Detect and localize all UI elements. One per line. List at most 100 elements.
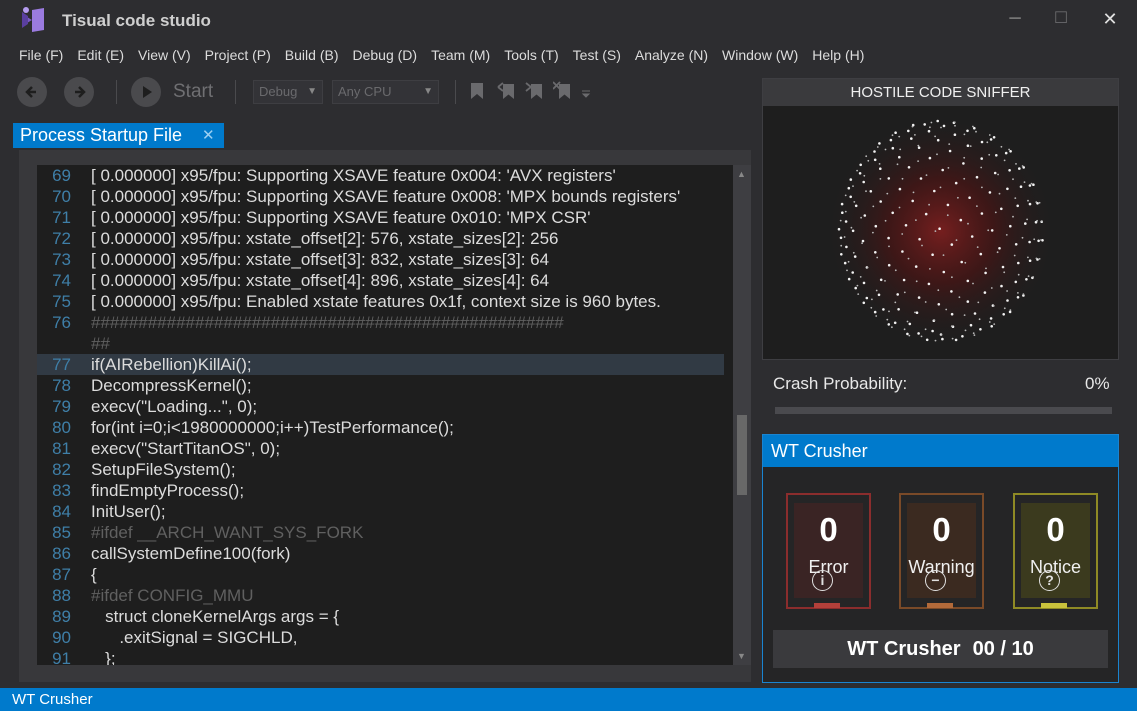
code-line[interactable]: 90 .exitSignal = SIGCHLD,	[37, 627, 733, 648]
close-window-button[interactable]: ✕	[1098, 8, 1122, 30]
warning-card[interactable]: 0 Warning −	[899, 493, 984, 609]
sphere-dot	[978, 318, 981, 321]
scrollbar-thumb[interactable]	[737, 415, 747, 495]
notice-card[interactable]: 0 Notice ?	[1013, 493, 1098, 609]
sphere-dot	[1033, 238, 1036, 241]
sphere-dot	[898, 155, 901, 159]
menu-help[interactable]: Help (H)	[805, 44, 871, 66]
code-line[interactable]: ##	[37, 333, 733, 354]
code-line[interactable]: 75 [ 0.000000] x95/fpu: Enabled xstate fe…	[37, 291, 733, 312]
code-line[interactable]: 77 if(AIRebellion)KillAi();	[37, 354, 724, 375]
code-line[interactable]: 72 [ 0.000000] x95/fpu: xstate_offset[2]:…	[37, 228, 733, 249]
code-text: execv("StartTitanOS", 0);	[91, 439, 281, 458]
minimize-button[interactable]: ─	[1003, 8, 1027, 30]
code-line[interactable]: 83 findEmptyProcess();	[37, 480, 733, 501]
menu-file[interactable]: File (F)	[12, 44, 70, 66]
sphere-dot	[843, 236, 846, 238]
code-line[interactable]: 69 [ 0.000000] x95/fpu: Supporting XSAVE …	[37, 165, 733, 186]
menu-build[interactable]: Build (B)	[278, 44, 346, 66]
menu-window[interactable]: Window (W)	[715, 44, 805, 66]
code-line[interactable]: 80 for(int i=0;i<1980000000;i++)TestPerfo…	[37, 417, 733, 438]
sphere-dot	[950, 312, 954, 316]
sphere-dot	[993, 171, 997, 175]
code-line[interactable]: 76 ######################################…	[37, 312, 733, 333]
play-icon[interactable]	[131, 77, 161, 107]
config-dropdown[interactable]: Debug ▼	[253, 80, 323, 104]
scroll-up-icon[interactable]: ▲	[737, 169, 746, 179]
code-line[interactable]: 87 {	[37, 564, 733, 585]
code-line[interactable]: 88 #ifdef CONFIG_MMU	[37, 585, 733, 606]
scroll-down-icon[interactable]: ▼	[737, 651, 746, 661]
sphere-dot	[915, 280, 918, 283]
sphere-dot	[894, 269, 897, 272]
sphere-dot	[987, 229, 990, 232]
sphere-dot	[917, 144, 920, 147]
error-card[interactable]: 0 Error i	[786, 493, 871, 609]
sphere-dot	[936, 138, 940, 142]
sphere-dot	[871, 298, 873, 301]
platform-dropdown[interactable]: Any CPU ▼	[332, 80, 439, 104]
code-line[interactable]: 89 struct cloneKernelArgs args = {	[37, 606, 733, 627]
menu-view[interactable]: View (V)	[131, 44, 198, 66]
chevron-down-icon: ▼	[307, 86, 317, 97]
sphere-dot	[992, 136, 996, 139]
sphere-dot	[1006, 299, 1009, 302]
bookmark-prev-icon[interactable]	[497, 81, 517, 100]
sphere-dot	[1022, 293, 1025, 296]
menu-project[interactable]: Project (P)	[198, 44, 278, 66]
sphere-dot	[847, 186, 851, 190]
code-line[interactable]: 86 callSystemDefine100(fork)	[37, 543, 733, 564]
bookmark-clear-icon[interactable]	[553, 81, 573, 100]
sphere-dot	[1025, 278, 1028, 281]
bookmark-next-icon[interactable]	[525, 81, 545, 100]
sphere-dot	[988, 134, 991, 136]
forward-arrow-icon[interactable]	[64, 77, 94, 107]
code-editor[interactable]: 69 [ 0.000000] x95/fpu: Supporting XSAVE …	[37, 165, 733, 665]
start-label[interactable]: Start	[173, 81, 213, 103]
menu-debug[interactable]: Debug (D)	[345, 44, 424, 66]
code-line[interactable]: 74 [ 0.000000] x95/fpu: xstate_offset[4]:…	[37, 270, 733, 291]
sphere-dot	[923, 123, 926, 126]
code-line[interactable]: 82 SetupFileSystem();	[37, 459, 733, 480]
info-icon: i	[812, 570, 833, 591]
sphere-dot	[969, 145, 972, 147]
code-line[interactable]: 78 DecompressKernel();	[37, 375, 733, 396]
sphere-dot	[980, 140, 984, 144]
maximize-button[interactable]: ☐	[1049, 8, 1073, 30]
back-arrow-icon[interactable]	[17, 77, 47, 107]
sphere-dot	[1030, 182, 1033, 185]
warning-indicator	[927, 603, 953, 608]
code-line[interactable]: 91 };	[37, 648, 733, 665]
sphere-dot	[866, 266, 869, 269]
line-number: 75	[52, 292, 71, 311]
sphere-dot	[839, 236, 843, 240]
code-line[interactable]: 84 InitUser();	[37, 501, 733, 522]
editor-scrollbar[interactable]: ▲ ▼	[733, 165, 751, 665]
close-tab-icon[interactable]: ✕	[202, 123, 215, 148]
menu-edit[interactable]: Edit (E)	[70, 44, 131, 66]
bookmark-icon[interactable]	[469, 82, 485, 100]
sphere-dot	[957, 196, 959, 199]
code-line[interactable]: 85 #ifdef __ARCH_WANT_SYS_FORK	[37, 522, 733, 543]
sphere-dot	[928, 156, 932, 160]
code-line[interactable]: 73 [ 0.000000] x95/fpu: xstate_offset[3]:…	[37, 249, 733, 270]
sphere-dot	[936, 119, 939, 123]
sphere-dot	[967, 222, 969, 225]
sphere-dot	[934, 135, 936, 138]
menu-tools[interactable]: Tools (T)	[497, 44, 565, 66]
status-bar: WT Crusher	[0, 688, 1137, 711]
code-line[interactable]: 70 [ 0.000000] x95/fpu: Supporting XSAVE …	[37, 186, 733, 207]
tab-process-startup-file[interactable]: Process Startup File ✕	[13, 123, 224, 148]
menu-team[interactable]: Team (M)	[424, 44, 497, 66]
menu-test[interactable]: Test (S)	[566, 44, 628, 66]
code-line[interactable]: 71 [ 0.000000] x95/fpu: Supporting XSAVE …	[37, 207, 733, 228]
sphere-dot	[896, 293, 899, 296]
overflow-caret-icon[interactable]	[581, 89, 591, 99]
code-line[interactable]: 81 execv("StartTitanOS", 0);	[37, 438, 733, 459]
code-line[interactable]: 79 execv("Loading...", 0);	[37, 396, 733, 417]
menu-analyze[interactable]: Analyze (N)	[628, 44, 715, 66]
wt-crusher-panel: WT Crusher 0 Error i 0 Warning − 0 Notic…	[762, 434, 1119, 683]
line-number: 86	[52, 544, 71, 563]
sphere-dot	[947, 167, 950, 169]
sphere-dot	[1026, 218, 1028, 221]
